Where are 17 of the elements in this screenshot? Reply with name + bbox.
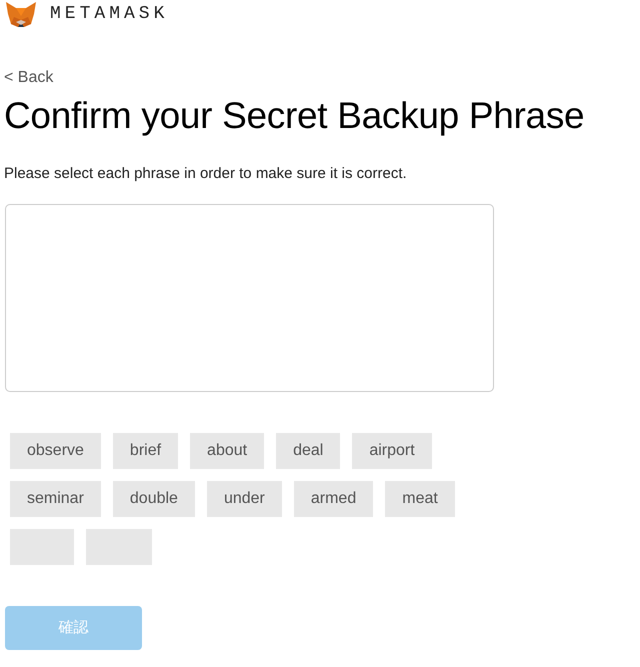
word-chip[interactable]: observe bbox=[10, 433, 101, 469]
blurred-word-chip[interactable] bbox=[10, 529, 74, 565]
word-chip[interactable]: deal bbox=[276, 433, 340, 469]
word-chip[interactable]: seminar bbox=[10, 481, 101, 517]
instructions: Please select each phrase in order to make sure it is correct. bbox=[4, 165, 408, 182]
word-chip[interactable]: armed bbox=[294, 481, 374, 517]
page-title: Confirm your Secret Backup Phrase bbox=[4, 95, 586, 137]
word-chip[interactable]: airport bbox=[352, 433, 432, 469]
word-chip[interactable]: brief bbox=[112, 433, 178, 469]
word-chip[interactable]: meat bbox=[385, 481, 455, 517]
word-chip[interactable]: about bbox=[190, 433, 264, 469]
back-link[interactable]: < Back bbox=[4, 69, 54, 87]
blurred-word-chip[interactable] bbox=[86, 529, 152, 565]
word-chip[interactable]: double bbox=[112, 481, 195, 517]
brand-name: METAMASK bbox=[50, 4, 168, 24]
word-chip[interactable]: under bbox=[206, 481, 282, 517]
fox-logo-icon bbox=[4, 0, 38, 28]
